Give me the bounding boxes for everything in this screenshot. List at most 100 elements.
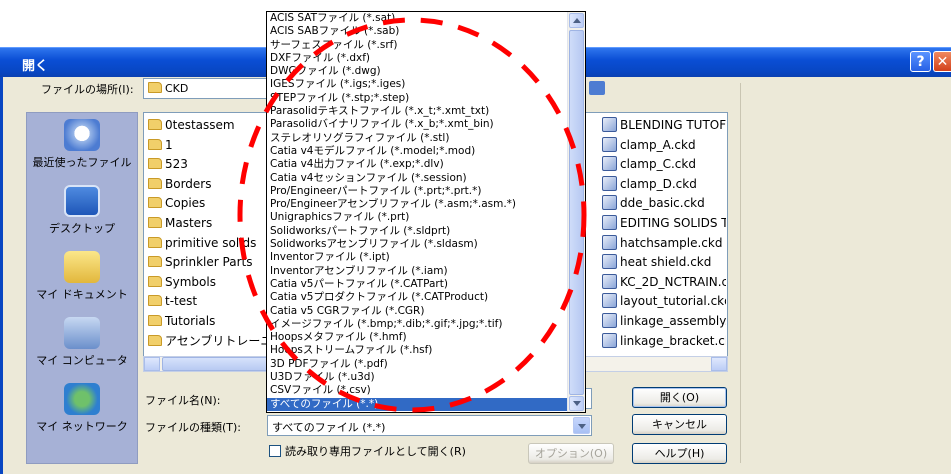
open-button[interactable]: 開く(O) (632, 387, 727, 408)
file-item[interactable]: hatchsample.ckd (602, 234, 726, 252)
filetype-option[interactable]: ステレオリソグラフィファイル (*.stl) (267, 132, 569, 145)
filetype-option[interactable]: Hoopsメタファイル (*.hmf) (267, 331, 569, 344)
location-combo[interactable]: CKD (143, 78, 283, 99)
dropdown-scroll-thumb[interactable] (569, 30, 584, 395)
filetype-option[interactable]: Catia v5 CGRファイル (*.CGR) (267, 305, 569, 318)
folder-item[interactable]: Copies (148, 194, 205, 212)
folder-item[interactable]: t-test (148, 292, 197, 310)
filetype-option[interactable]: Parasolidテキストファイル (*.x_t;*.xmt_txt) (267, 105, 569, 118)
dropdown-scrollbar[interactable] (567, 12, 585, 412)
filetype-option[interactable]: Solidworksアセンブリファイル (*.sldasm) (267, 238, 569, 251)
filetype-option[interactable]: すべてのファイル (*.*) (267, 397, 569, 411)
folder-icon (148, 217, 162, 228)
filetype-option[interactable]: Inventorアセンブリファイル (*.iam) (267, 265, 569, 278)
filetype-label: ファイルの種類(T): (145, 421, 242, 434)
folder-item[interactable]: 0testassem (148, 116, 235, 134)
folder-item[interactable]: Tutorials (148, 312, 215, 330)
folder-item[interactable]: Sprinkler Parts (148, 253, 252, 271)
folder-item[interactable]: 523 (148, 155, 188, 173)
view-menu-icon[interactable] (589, 81, 605, 95)
filetype-option[interactable]: Catia v4出力ファイル (*.exp;*.dlv) (267, 158, 569, 171)
folder-item[interactable]: Masters (148, 214, 212, 232)
scroll-right-button[interactable] (711, 357, 727, 371)
filetype-option[interactable]: Catia v4モデルファイル (*.model;*.mod) (267, 145, 569, 158)
filetype-option[interactable]: Pro/Engineerアセンブリファイル (*.asm;*.asm.*) (267, 198, 569, 211)
filetype-combo[interactable]: すべてのファイル (*.*) (267, 415, 592, 436)
chevron-down-icon[interactable] (573, 417, 590, 434)
help-icon[interactable]: ? (910, 51, 931, 72)
file-item[interactable]: BLENDING TUTOF (602, 116, 726, 134)
folder-item[interactable]: Borders (148, 175, 211, 193)
place-my-computer[interactable]: マイ コンピュータ (27, 317, 137, 368)
file-item[interactable]: clamp_D.ckd (602, 175, 726, 193)
place-desktop[interactable]: デスクトップ (27, 185, 137, 236)
filetype-option[interactable]: Catia v4セッションファイル (*.session) (267, 172, 569, 185)
file-name: clamp_A.ckd (620, 137, 696, 152)
ckd-file-icon (602, 293, 617, 309)
folder-item[interactable]: primitive solids (148, 234, 256, 252)
options-button[interactable]: オプション(O) (528, 443, 614, 464)
filetype-option[interactable]: Catia v5プロダクトファイル (*.CATProduct) (267, 291, 569, 304)
filetype-option[interactable]: Inventorファイル (*.ipt) (267, 251, 569, 264)
file-item[interactable]: KC_2D_NCTRAIN.c (602, 273, 726, 291)
ckd-file-icon (602, 195, 617, 211)
file-item[interactable]: dde_basic.ckd (602, 194, 726, 212)
filetype-option[interactable]: ACIS SATファイル (*.sat) (267, 12, 569, 25)
file-item[interactable]: clamp_A.ckd (602, 136, 726, 154)
folder-icon (148, 256, 162, 268)
scroll-down-button[interactable] (569, 396, 584, 411)
folder-icon (148, 158, 162, 170)
filetype-option[interactable]: Parasolidバイナリファイル (*.x_b;*.xmt_bin) (267, 118, 569, 131)
location-value: CKD (165, 82, 189, 95)
filetype-dropdown-list[interactable]: ACIS SATファイル (*.sat) ACIS SABファイル (*.sab)… (266, 11, 586, 413)
ckd-file-icon (602, 234, 617, 250)
filetype-option[interactable]: サーフェスファイル (*.srf) (267, 39, 569, 52)
places-bar: 最近使ったファイル デスクトップ マイ ドキュメント マイ コンピュータ マイ … (26, 112, 138, 464)
readonly-checkbox[interactable]: 読み取り専用ファイルとして開く(R) (269, 443, 466, 459)
file-name: clamp_D.ckd (620, 176, 697, 191)
filetype-option[interactable]: ACIS SABファイル (*.sab) (267, 25, 569, 38)
filetype-option[interactable]: Hoopsストリームファイル (*.hsf) (267, 344, 569, 357)
filetype-option[interactable]: STEPファイル (*.stp;*.step) (267, 92, 569, 105)
place-my-documents[interactable]: マイ ドキュメント (27, 251, 137, 302)
filetype-option[interactable]: U3Dファイル (*.u3d) (267, 371, 569, 384)
scroll-thumb[interactable] (162, 357, 272, 371)
file-item[interactable]: linkage_assembly.c (602, 312, 726, 330)
file-item[interactable]: EDITING SOLIDS T (602, 214, 726, 232)
file-item[interactable]: layout_tutorial.ckd (602, 292, 726, 310)
filename-label: ファイル名(N): (145, 394, 221, 407)
folder-item[interactable]: Symbols (148, 273, 216, 291)
folder-name: Copies (165, 196, 206, 211)
filetype-option[interactable]: 3D PDFファイル (*.pdf) (267, 358, 569, 371)
file-name: linkage_bracket.ckd (620, 333, 726, 348)
readonly-label: 読み取り専用ファイルとして開く(R) (285, 445, 466, 458)
filetype-option[interactable]: Unigraphicsファイル (*.prt) (267, 211, 569, 224)
filetype-option[interactable]: DXFファイル (*.dxf) (267, 52, 569, 65)
filetype-option[interactable]: イメージファイル (*.bmp;*.dib;*.gif;*.jpg;*.tif) (267, 318, 569, 331)
file-item[interactable]: linkage_bracket.ckd (602, 332, 726, 350)
close-icon[interactable]: ✕ (933, 51, 951, 72)
file-name: KC_2D_NCTRAIN.c (620, 274, 726, 289)
filetype-option[interactable]: DWGファイル (*.dwg) (267, 65, 569, 78)
file-item[interactable]: clamp_C.ckd (602, 155, 726, 173)
folder-icon (148, 82, 162, 93)
place-recent[interactable]: 最近使ったファイル (27, 119, 137, 170)
folder-icon (148, 315, 162, 326)
filetype-option[interactable]: CSVファイル (*.csv) (267, 384, 569, 397)
help-button[interactable]: ヘルプ(H) (632, 443, 727, 464)
place-my-network[interactable]: マイ ネットワーク (27, 383, 137, 434)
filetype-option[interactable]: Solidworksパートファイル (*.sldprt) (267, 225, 569, 238)
folder-item[interactable]: 1 (148, 136, 173, 154)
scroll-up-button[interactable] (569, 13, 584, 28)
screen: 開く ? ✕ ファイルの場所(I): CKD 最近使ったファイル デスクトップ … (0, 0, 951, 474)
scroll-left-button[interactable] (144, 357, 160, 371)
preview-pane (740, 83, 951, 463)
folder-name: Masters (165, 216, 213, 230)
cancel-button[interactable]: キャンセル (632, 414, 727, 435)
filetype-option[interactable]: Catia v5パートファイル (*.CATPart) (267, 278, 569, 291)
file-item[interactable]: heat shield.ckd (602, 253, 726, 271)
filetype-option[interactable]: IGESファイル (*.igs;*.iges) (267, 78, 569, 91)
place-label: マイ ネットワーク (36, 420, 128, 433)
filetype-option[interactable]: Pro/Engineerパートファイル (*.prt;*.prt.*) (267, 185, 569, 198)
checkbox-box[interactable] (269, 445, 281, 457)
